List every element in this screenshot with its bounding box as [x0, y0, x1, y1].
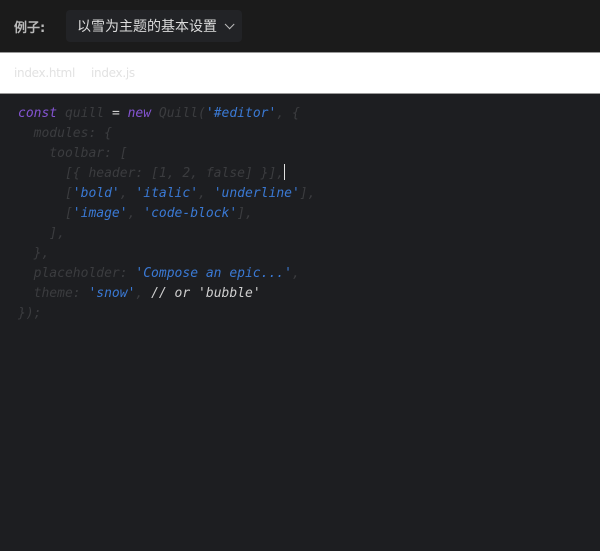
tab-index-js[interactable]: index.js: [91, 66, 135, 80]
code-token-dim: ,: [127, 206, 144, 221]
code-token-dim: ,: [135, 286, 152, 301]
code-line: ['image', 'code-block'],: [18, 204, 600, 224]
code-token-op: =: [111, 106, 128, 121]
code-token-dim: Quill(: [151, 106, 206, 121]
code-token-dim: ],: [237, 206, 253, 221]
code-line: placeholder: 'Compose an epic...',: [18, 264, 600, 284]
code-token-dim: ],: [299, 186, 316, 201]
code-line: modules: {: [18, 124, 600, 144]
code-line: },: [18, 244, 600, 264]
code-line: ],: [18, 224, 600, 244]
example-toolbar: 例子: 以雪为主题的基本设置: [0, 0, 600, 52]
code-token-str: 'bold': [72, 186, 120, 201]
code-token-dim: });: [18, 306, 42, 321]
code-line: theme: 'snow', // or 'bubble': [18, 284, 600, 304]
example-label: 例子:: [14, 20, 46, 36]
code-editor[interactable]: const quill = new Quill('#editor', { mod…: [0, 94, 600, 324]
text-cursor: [284, 164, 286, 180]
code-line: ['bold', 'italic', 'underline'],: [18, 184, 600, 204]
code-token-str: 'snow': [88, 286, 136, 301]
code-token-dim: ,: [119, 186, 136, 201]
file-tabs: index.html index.js: [0, 52, 600, 94]
code-token-str: 'italic': [135, 186, 199, 201]
tab-index-html[interactable]: index.html: [14, 66, 75, 80]
example-select-value: 以雪为主题的基本设置: [77, 19, 217, 35]
code-token-dim: },: [18, 246, 50, 261]
code-token-dim: modules: {: [18, 126, 112, 141]
code-line: const quill = new Quill('#editor', {: [18, 104, 600, 124]
code-token-dim: [: [18, 186, 73, 201]
code-token-dim: [{ header: [1, 2, false] }],: [18, 166, 285, 181]
code-token-str: 'image': [72, 206, 128, 221]
code-token-txt: // or 'bubble': [151, 286, 261, 301]
code-token-dim: [: [18, 206, 73, 221]
example-select[interactable]: 以雪为主题的基本设置: [66, 10, 242, 42]
code-line: });: [18, 304, 600, 324]
code-token-str: 'Compose an epic...': [135, 266, 292, 281]
code-token-str: '#editor': [205, 106, 277, 121]
code-token-dim: placeholder:: [18, 266, 136, 281]
code-line: toolbar: [: [18, 144, 600, 164]
code-token-dim: theme:: [18, 286, 89, 301]
code-token-dim: ],: [18, 226, 65, 241]
code-token-str: 'code-block': [143, 206, 238, 221]
code-token-kw: const: [18, 106, 58, 121]
code-token-kw: new: [127, 106, 152, 121]
code-line: [{ header: [1, 2, false] }],: [18, 164, 600, 184]
code-token-dim: ,: [198, 186, 214, 201]
code-token-str: 'underline': [213, 186, 300, 201]
chevron-down-icon: [224, 18, 235, 29]
code-token-dim: , {: [276, 106, 300, 121]
code-token-dim: ,: [291, 266, 300, 281]
code-token-dim: toolbar: [: [18, 146, 128, 161]
code-token-dim: quill: [57, 106, 112, 121]
